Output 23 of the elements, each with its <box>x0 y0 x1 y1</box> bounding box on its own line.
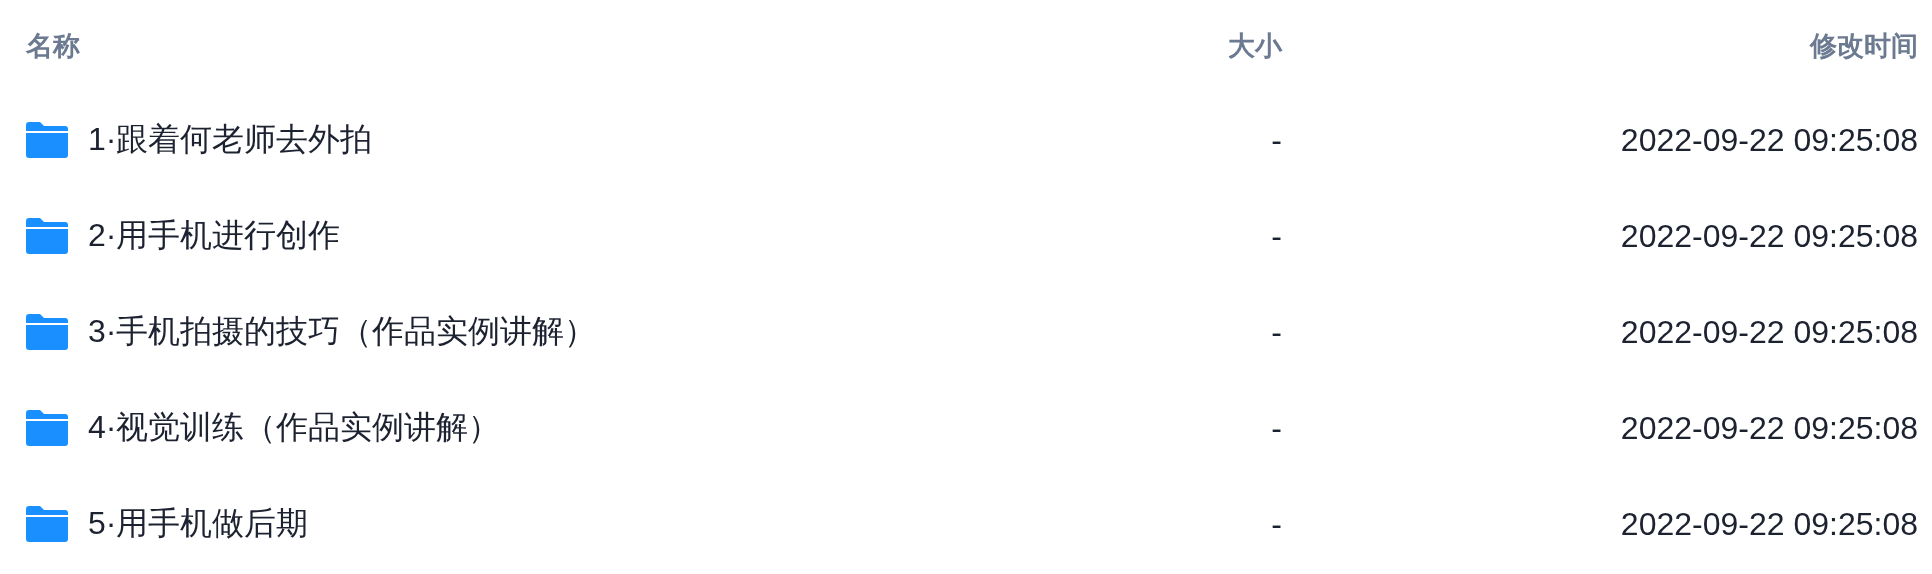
column-header[interactable]: 大小 <box>1228 28 1282 64</box>
folder-name[interactable]: 4·视觉训练（作品实例讲解） <box>88 406 501 450</box>
folder-icon <box>26 218 68 254</box>
folder-icon <box>26 122 68 158</box>
folder-name[interactable]: 5·用手机做后期 <box>88 502 309 546</box>
folder-name[interactable]: 2·用手机进行创作 <box>88 214 341 258</box>
column-header[interactable]: 修改时间 <box>1810 28 1918 64</box>
folder-icon <box>26 410 68 446</box>
file-size: - <box>1271 409 1282 447</box>
modified-time: 2022-09-22 09:25:08 <box>1620 409 1918 447</box>
file-size: - <box>1271 217 1282 255</box>
folder-icon <box>26 506 68 542</box>
file-size: - <box>1271 313 1282 351</box>
folder-name[interactable]: 3·手机拍摄的技巧（作品实例讲解） <box>88 310 597 354</box>
column-header[interactable]: 名称 <box>26 28 80 64</box>
modified-time: 2022-09-22 09:25:08 <box>1620 313 1918 351</box>
file-size: - <box>1271 121 1282 159</box>
modified-time: 2022-09-22 09:25:08 <box>1620 217 1918 255</box>
file-size: - <box>1271 505 1282 543</box>
modified-time: 2022-09-22 09:25:08 <box>1620 121 1918 159</box>
folder-name[interactable]: 1·跟着何老师去外拍 <box>88 118 373 162</box>
folder-icon <box>26 314 68 350</box>
modified-time: 2022-09-22 09:25:08 <box>1620 505 1918 543</box>
